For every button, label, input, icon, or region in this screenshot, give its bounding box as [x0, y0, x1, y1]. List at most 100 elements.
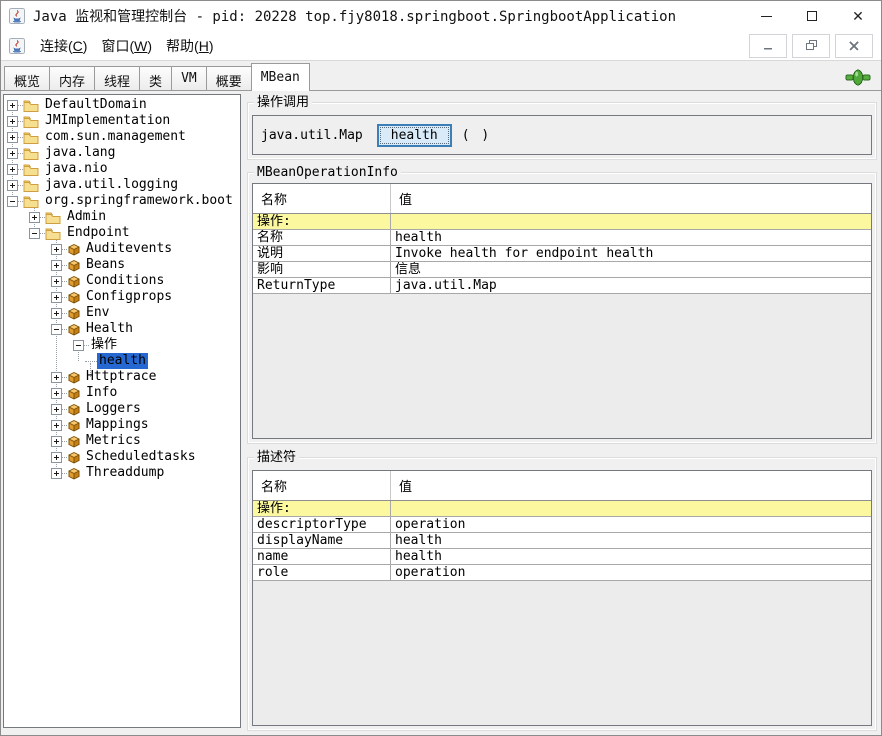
tree-item-label: Loggers	[84, 401, 143, 417]
mdi-minimize-button[interactable]	[749, 34, 787, 58]
mbean-icon	[67, 371, 80, 384]
tab-概要[interactable]: 概要	[206, 66, 252, 90]
tree-item-conditions[interactable]: Conditions	[4, 273, 240, 289]
window-close-button[interactable]: ✕	[835, 1, 881, 31]
table-row[interactable]: 影响信息	[253, 262, 871, 278]
menu-item[interactable]: 连接(C)	[33, 35, 94, 57]
tree-item-org.springframework.boot[interactable]: org.springframework.boot	[4, 193, 240, 209]
collapse-icon[interactable]	[29, 228, 40, 239]
expand-icon[interactable]	[51, 388, 62, 399]
expand-icon[interactable]	[7, 164, 18, 175]
bean-icon-wrap	[67, 275, 80, 288]
table-row[interactable]: roleoperation	[253, 565, 871, 581]
tree-item-endpoint[interactable]: Endpoint	[4, 225, 240, 241]
mbean-icon	[67, 275, 80, 288]
expand-icon[interactable]	[7, 132, 18, 143]
expand-icon[interactable]	[51, 404, 62, 415]
folder-icon-wrap	[23, 179, 39, 192]
expand-icon[interactable]	[51, 276, 62, 287]
expand-icon[interactable]	[51, 436, 62, 447]
expand-icon[interactable]	[51, 292, 62, 303]
tree-item-auditevents[interactable]: Auditevents	[4, 241, 240, 257]
folder-icon-wrap	[45, 227, 61, 240]
tree-item-defaultdomain[interactable]: DefaultDomain	[4, 97, 240, 113]
tree-item-java.lang[interactable]: java.lang	[4, 145, 240, 161]
tree-item-java.nio[interactable]: java.nio	[4, 161, 240, 177]
tree-item-env[interactable]: Env	[4, 305, 240, 321]
expand-icon[interactable]	[7, 116, 18, 127]
tree-item-beans[interactable]: Beans	[4, 257, 240, 273]
cell-value: health	[391, 549, 871, 564]
tree-item-threaddump[interactable]: Threaddump	[4, 465, 240, 481]
expand-icon[interactable]	[51, 372, 62, 383]
invoke-health-button[interactable]: health	[377, 124, 452, 147]
collapse-icon[interactable]	[7, 196, 18, 207]
tree-item-label: com.sun.management	[43, 129, 188, 145]
tree-item-jmimplementation[interactable]: JMImplementation	[4, 113, 240, 129]
tree-item-scheduledtasks[interactable]: Scheduledtasks	[4, 449, 240, 465]
tree-item-java.util.logging[interactable]: java.util.logging	[4, 177, 240, 193]
expand-icon[interactable]	[7, 180, 18, 191]
operation-invocation-title: 操作调用	[254, 95, 312, 110]
expand-icon[interactable]	[51, 260, 62, 271]
expand-icon[interactable]	[7, 148, 18, 159]
tab-vm[interactable]: VM	[171, 66, 207, 90]
expand-icon[interactable]	[51, 452, 62, 463]
tree-item-label: Beans	[84, 257, 127, 273]
column-header-value[interactable]: 值	[391, 184, 871, 213]
expand-icon[interactable]	[51, 420, 62, 431]
table-row[interactable]: displayNamehealth	[253, 533, 871, 549]
tree-item-info[interactable]: Info	[4, 385, 240, 401]
column-header-value[interactable]: 值	[391, 471, 871, 500]
table-row[interactable]: ReturnTypejava.util.Map	[253, 278, 871, 294]
table-row[interactable]: 名称health	[253, 230, 871, 246]
tree-item-com.sun.management[interactable]: com.sun.management	[4, 129, 240, 145]
tab-mbean[interactable]: MBean	[251, 63, 310, 91]
table-row[interactable]: 操作:	[253, 501, 871, 517]
menu-item[interactable]: 帮助(H)	[159, 35, 220, 57]
expand-icon[interactable]	[51, 468, 62, 479]
mdi-close-button[interactable]	[835, 34, 873, 58]
window-minimize-button[interactable]	[743, 1, 789, 31]
tab-内存[interactable]: 内存	[49, 66, 95, 90]
column-header-name[interactable]: 名称	[253, 184, 391, 213]
mbean-tree: DefaultDomainJMImplementationcom.sun.man…	[3, 94, 241, 728]
table-row[interactable]: descriptorTypeoperation	[253, 517, 871, 533]
expand-icon[interactable]	[29, 212, 40, 223]
cell-value	[391, 501, 871, 516]
tab-线程[interactable]: 线程	[94, 66, 140, 90]
tree-item-health[interactable]: health	[4, 353, 240, 369]
jconsole-window: { "window": { "title": "Java 监视和管理控制台 - …	[0, 0, 882, 736]
tree-item-loggers[interactable]: Loggers	[4, 401, 240, 417]
tab-概览[interactable]: 概览	[4, 66, 50, 90]
cell-name: descriptorType	[253, 517, 391, 532]
folder-icon	[23, 147, 39, 160]
collapse-icon[interactable]	[51, 324, 62, 335]
cell-value: health	[391, 230, 871, 245]
tree-item-操作[interactable]: 操作	[4, 337, 240, 353]
maximize-icon	[807, 11, 817, 21]
table-row[interactable]: 操作:	[253, 214, 871, 230]
expand-icon[interactable]	[51, 244, 62, 255]
tree-item-metrics[interactable]: Metrics	[4, 433, 240, 449]
tree-item-mappings[interactable]: Mappings	[4, 417, 240, 433]
folder-icon	[23, 99, 39, 112]
mbean-icon	[67, 259, 80, 272]
tree-item-httptrace[interactable]: Httptrace	[4, 369, 240, 385]
expand-icon[interactable]	[7, 100, 18, 111]
column-header-name[interactable]: 名称	[253, 471, 391, 500]
tree-item-admin[interactable]: Admin	[4, 209, 240, 225]
tree-item-configprops[interactable]: Configprops	[4, 289, 240, 305]
menu-item[interactable]: 窗口(W)	[94, 35, 159, 57]
collapse-icon[interactable]	[73, 340, 84, 351]
table-row[interactable]: 说明Invoke health for endpoint health	[253, 246, 871, 262]
cell-value: java.util.Map	[391, 278, 871, 293]
expand-icon[interactable]	[51, 308, 62, 319]
tree-item-health[interactable]: Health	[4, 321, 240, 337]
mdi-restore-button[interactable]	[792, 34, 830, 58]
mbean-operation-info-group: MBeanOperationInfo 名称值操作:名称health说明Invok…	[247, 172, 877, 444]
tab-类[interactable]: 类	[139, 66, 172, 90]
window-maximize-button[interactable]	[789, 1, 835, 31]
tree-item-label: Info	[84, 385, 119, 401]
table-row[interactable]: namehealth	[253, 549, 871, 565]
